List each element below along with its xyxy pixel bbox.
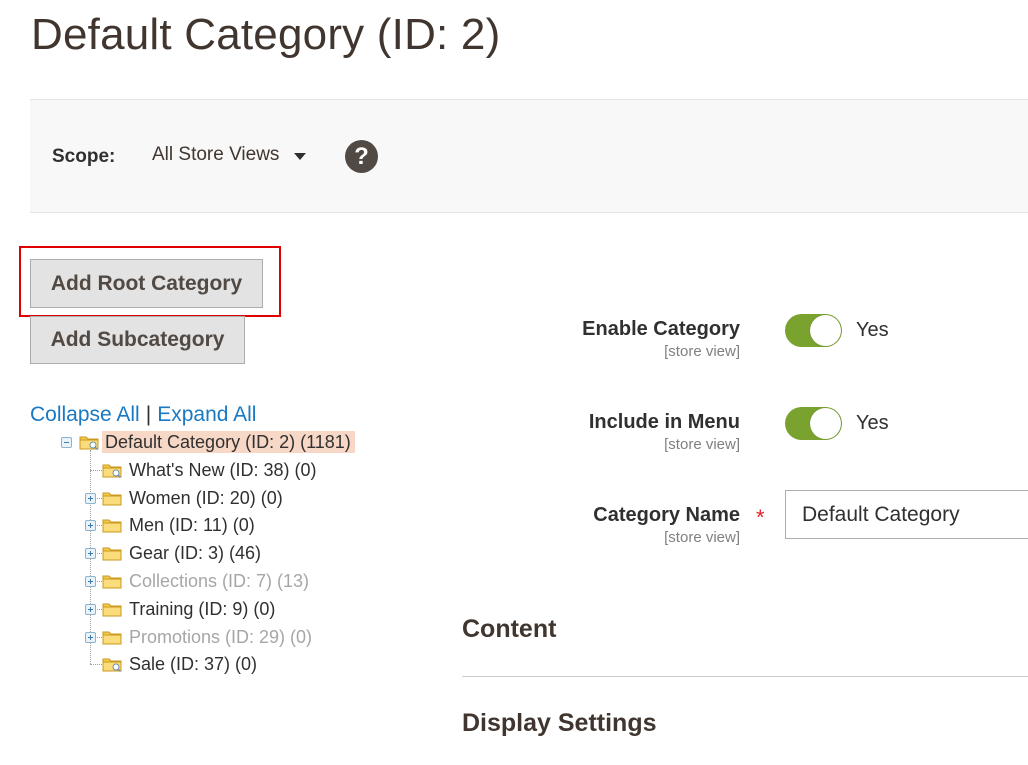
enable-category-value: Yes bbox=[856, 319, 889, 341]
folder-open-icon bbox=[79, 436, 99, 450]
folder-icon bbox=[102, 631, 122, 645]
tree-node[interactable]: Promotions (ID: 29) (0) bbox=[129, 626, 312, 648]
section-content[interactable]: Content bbox=[462, 615, 556, 644]
toggle-knob bbox=[810, 315, 841, 346]
enable-category-scope: [store view] bbox=[664, 343, 740, 360]
tree-node[interactable]: Training (ID: 9) (0) bbox=[129, 598, 275, 620]
folder-icon bbox=[102, 492, 122, 506]
category-name-input[interactable] bbox=[785, 490, 1028, 539]
folder-icon bbox=[102, 603, 122, 617]
include-in-menu-toggle[interactable] bbox=[785, 407, 842, 440]
tree-expand-icon[interactable] bbox=[85, 548, 96, 560]
folder-icon bbox=[102, 519, 122, 533]
folder-icon bbox=[102, 658, 122, 673]
required-mark: * bbox=[756, 505, 765, 530]
tree-node[interactable]: Men (ID: 11) (0) bbox=[129, 514, 255, 536]
expand-all-link[interactable]: Expand All bbox=[157, 403, 256, 426]
folder-icon bbox=[102, 547, 122, 561]
folder-icon bbox=[102, 464, 122, 478]
add-root-category-button[interactable]: Add Root Category bbox=[30, 259, 263, 308]
tree-node[interactable]: Collections (ID: 7) (13) bbox=[129, 570, 309, 592]
enable-category-label: Enable Category bbox=[582, 318, 740, 340]
tree-expand-icon[interactable] bbox=[85, 576, 96, 587]
tree-connector bbox=[90, 664, 102, 666]
tree-node[interactable]: What's New (ID: 38) (0) bbox=[129, 459, 316, 481]
category-name-scope: [store view] bbox=[664, 529, 740, 546]
scope-bar: Scope: All Store Views ? bbox=[30, 99, 1028, 213]
toggle-knob bbox=[810, 408, 841, 439]
category-name-label: Category Name bbox=[593, 504, 740, 526]
help-icon[interactable]: ? bbox=[345, 140, 378, 173]
page-title: Default Category (ID: 2) bbox=[31, 10, 501, 59]
section-divider bbox=[462, 676, 1028, 677]
tree-node[interactable]: Sale (ID: 37) (0) bbox=[129, 653, 257, 675]
enable-category-toggle[interactable] bbox=[785, 314, 842, 347]
caret-down-icon bbox=[294, 152, 307, 160]
tree-collapse-icon[interactable] bbox=[61, 437, 72, 448]
tree-expand-icon[interactable] bbox=[85, 520, 96, 532]
add-subcategory-button[interactable]: Add Subcategory bbox=[30, 316, 245, 364]
tree-node[interactable]: Women (ID: 20) (0) bbox=[129, 487, 283, 509]
include-in-menu-label: Include in Menu bbox=[588, 411, 740, 433]
scope-switcher[interactable]: All Store Views bbox=[152, 144, 307, 166]
scope-label: Scope: bbox=[52, 146, 116, 167]
tree-controls: Collapse All | Expand All bbox=[30, 403, 256, 427]
folder-icon bbox=[102, 575, 122, 589]
tree-expand-icon[interactable] bbox=[85, 492, 96, 504]
scope-switcher-value: All Store Views bbox=[152, 144, 280, 165]
section-display-settings[interactable]: Display Settings bbox=[462, 709, 657, 738]
tree-node-root[interactable]: Default Category (ID: 2) (1181) bbox=[102, 431, 355, 453]
tree-expand-icon[interactable] bbox=[85, 603, 96, 615]
collapse-all-link[interactable]: Collapse All bbox=[30, 403, 140, 426]
tree-node[interactable]: Gear (ID: 3) (46) bbox=[129, 542, 261, 564]
tree-expand-icon[interactable] bbox=[85, 631, 96, 643]
include-in-menu-scope: [store view] bbox=[664, 436, 740, 453]
tree-connector bbox=[90, 469, 102, 471]
include-in-menu-value: Yes bbox=[856, 412, 889, 434]
tree-controls-separator: | bbox=[145, 403, 152, 426]
